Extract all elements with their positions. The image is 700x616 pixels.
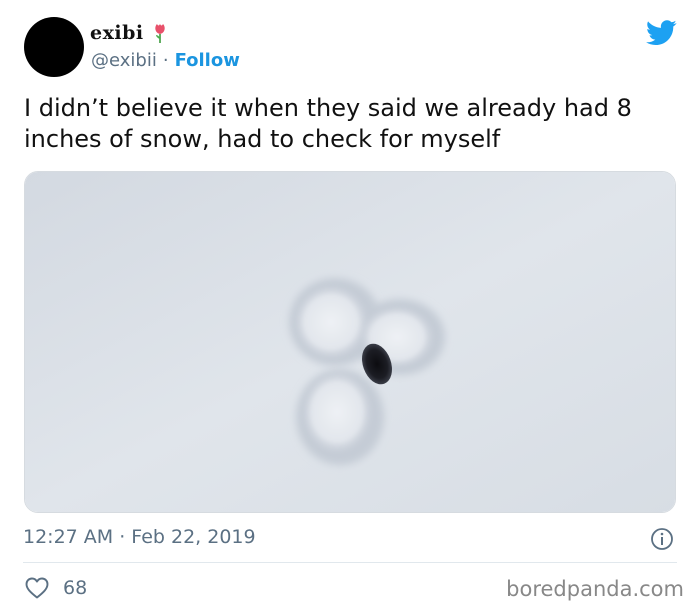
source-watermark: boredpanda.com <box>506 577 684 601</box>
separator-dot: · <box>162 50 169 71</box>
tweet-photo[interactable] <box>24 171 676 513</box>
avatar[interactable] <box>24 17 84 77</box>
like-count: 68 <box>63 577 88 599</box>
info-icon[interactable] <box>650 527 674 551</box>
user-handle[interactable]: @exibii <box>91 50 157 71</box>
divider <box>23 562 677 563</box>
display-name-text: exibi <box>90 22 144 44</box>
twitter-bird-icon[interactable] <box>646 20 677 46</box>
snow-photo <box>25 172 675 512</box>
tweet-timestamp[interactable]: 12:27 AM · Feb 22, 2019 <box>23 526 256 548</box>
flower-icon <box>154 24 165 43</box>
like-button[interactable]: 68 <box>25 577 87 599</box>
follow-button[interactable]: Follow <box>175 50 240 71</box>
tweet-text: I didn’t believe it when they said we al… <box>24 94 632 153</box>
user-display-name[interactable]: exibi <box>90 22 168 44</box>
tweet-card: exibi @exibii · Follow I didn’t believe … <box>0 0 700 616</box>
handle-row: @exibii · Follow <box>91 50 240 71</box>
heart-icon <box>25 577 49 599</box>
